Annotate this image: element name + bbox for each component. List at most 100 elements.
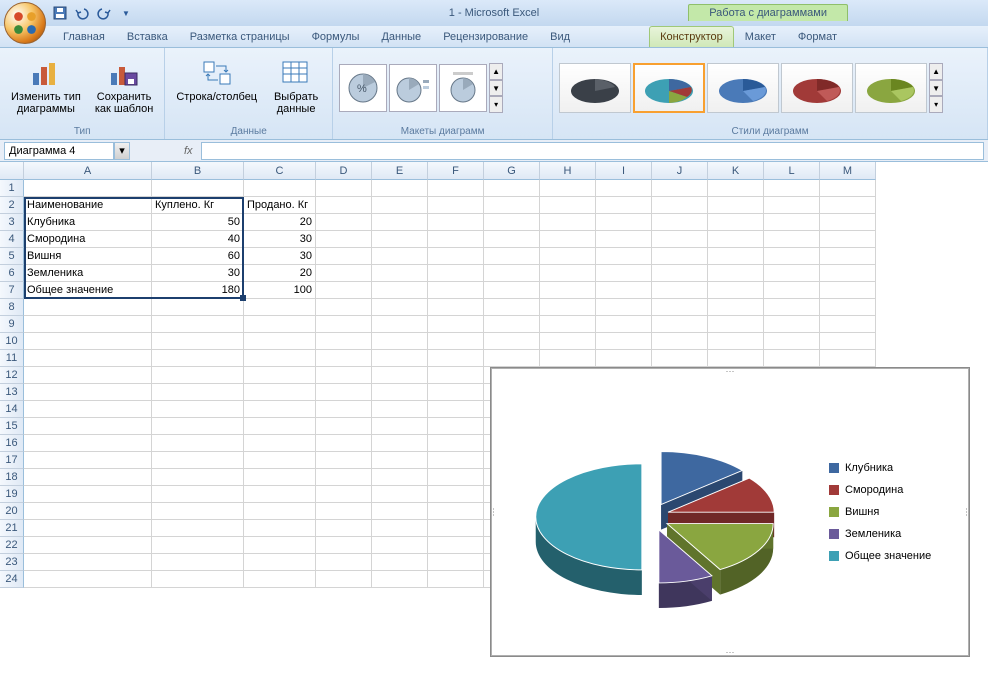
cell[interactable]: [372, 418, 428, 435]
cell[interactable]: [372, 537, 428, 554]
row-header-7[interactable]: 7: [0, 282, 24, 299]
cell[interactable]: [24, 316, 152, 333]
style-down-icon[interactable]: ▼: [929, 80, 943, 97]
legend-item-0[interactable]: Клубника: [829, 462, 949, 474]
cell[interactable]: [244, 333, 316, 350]
layout-more-icon[interactable]: ▾: [489, 96, 503, 113]
cell[interactable]: [316, 214, 372, 231]
row-header-24[interactable]: 24: [0, 571, 24, 588]
col-header-I[interactable]: I: [596, 162, 652, 180]
cell[interactable]: [316, 571, 372, 588]
cell[interactable]: [428, 231, 484, 248]
cell[interactable]: [596, 316, 652, 333]
cell[interactable]: [428, 520, 484, 537]
legend-item-2[interactable]: Вишня: [829, 506, 949, 518]
cell[interactable]: [484, 282, 540, 299]
cell[interactable]: [316, 350, 372, 367]
cell[interactable]: [316, 503, 372, 520]
chart-handle-left[interactable]: ⋯: [488, 508, 499, 517]
cell[interactable]: [316, 299, 372, 316]
legend-item-1[interactable]: Смородина: [829, 484, 949, 496]
cell[interactable]: [316, 316, 372, 333]
cell[interactable]: [596, 350, 652, 367]
cell[interactable]: [244, 435, 316, 452]
col-header-J[interactable]: J: [652, 162, 708, 180]
cell[interactable]: [24, 367, 152, 384]
cell[interactable]: [428, 435, 484, 452]
cell[interactable]: [316, 401, 372, 418]
cell[interactable]: Куплено. Кг: [152, 197, 244, 214]
row-header-22[interactable]: 22: [0, 537, 24, 554]
cell[interactable]: [820, 214, 876, 231]
col-header-F[interactable]: F: [428, 162, 484, 180]
cell[interactable]: [820, 299, 876, 316]
cell[interactable]: [484, 333, 540, 350]
cell[interactable]: [764, 282, 820, 299]
cell[interactable]: [372, 350, 428, 367]
cell[interactable]: [652, 214, 708, 231]
chart-style-4[interactable]: [781, 63, 853, 113]
cell[interactable]: [244, 554, 316, 571]
cell[interactable]: [372, 486, 428, 503]
cell[interactable]: [244, 384, 316, 401]
cell[interactable]: Клубника: [24, 214, 152, 231]
cell[interactable]: [540, 350, 596, 367]
cell[interactable]: [152, 180, 244, 197]
cell[interactable]: [152, 367, 244, 384]
cell[interactable]: [244, 571, 316, 588]
cell[interactable]: [316, 554, 372, 571]
cell[interactable]: [372, 401, 428, 418]
cell[interactable]: [244, 469, 316, 486]
col-header-L[interactable]: L: [764, 162, 820, 180]
cell[interactable]: [708, 282, 764, 299]
cell[interactable]: [764, 248, 820, 265]
col-header-C[interactable]: C: [244, 162, 316, 180]
cell[interactable]: [820, 282, 876, 299]
cell[interactable]: [24, 469, 152, 486]
row-header-1[interactable]: 1: [0, 180, 24, 197]
col-header-M[interactable]: M: [820, 162, 876, 180]
tab-insert[interactable]: Вставка: [116, 26, 179, 47]
cell[interactable]: [316, 248, 372, 265]
cell[interactable]: [24, 299, 152, 316]
cell[interactable]: [820, 316, 876, 333]
chart-legend[interactable]: Клубника Смородина Вишня Землeника Общее…: [829, 378, 959, 646]
cell[interactable]: Продано. Кг: [244, 197, 316, 214]
cell[interactable]: 60: [152, 248, 244, 265]
cell[interactable]: [152, 537, 244, 554]
chart-style-2[interactable]: [633, 63, 705, 113]
cell[interactable]: [484, 350, 540, 367]
cell[interactable]: [708, 265, 764, 282]
row-header-2[interactable]: 2: [0, 197, 24, 214]
cell[interactable]: [372, 265, 428, 282]
cell[interactable]: Смородина: [24, 231, 152, 248]
cell[interactable]: [652, 231, 708, 248]
cell[interactable]: [540, 180, 596, 197]
cell[interactable]: [372, 197, 428, 214]
row-header-12[interactable]: 12: [0, 367, 24, 384]
cell[interactable]: [428, 265, 484, 282]
chart-style-5[interactable]: [855, 63, 927, 113]
col-header-E[interactable]: E: [372, 162, 428, 180]
cell[interactable]: [596, 214, 652, 231]
cell[interactable]: [484, 316, 540, 333]
select-data-button[interactable]: Выбрать данные: [266, 52, 326, 120]
cell[interactable]: [428, 350, 484, 367]
cell[interactable]: [596, 180, 652, 197]
cell[interactable]: [372, 452, 428, 469]
cell[interactable]: [24, 486, 152, 503]
tab-page-layout[interactable]: Разметка страницы: [179, 26, 301, 47]
cell[interactable]: [428, 214, 484, 231]
fx-icon[interactable]: fx: [184, 145, 193, 157]
cell[interactable]: 50: [152, 214, 244, 231]
col-header-G[interactable]: G: [484, 162, 540, 180]
cell[interactable]: [428, 299, 484, 316]
cell[interactable]: [596, 282, 652, 299]
cell[interactable]: [652, 282, 708, 299]
cell[interactable]: [372, 214, 428, 231]
row-header-11[interactable]: 11: [0, 350, 24, 367]
redo-icon[interactable]: [96, 5, 112, 21]
layout-up-icon[interactable]: ▲: [489, 63, 503, 80]
cell[interactable]: [540, 231, 596, 248]
cell[interactable]: [24, 333, 152, 350]
